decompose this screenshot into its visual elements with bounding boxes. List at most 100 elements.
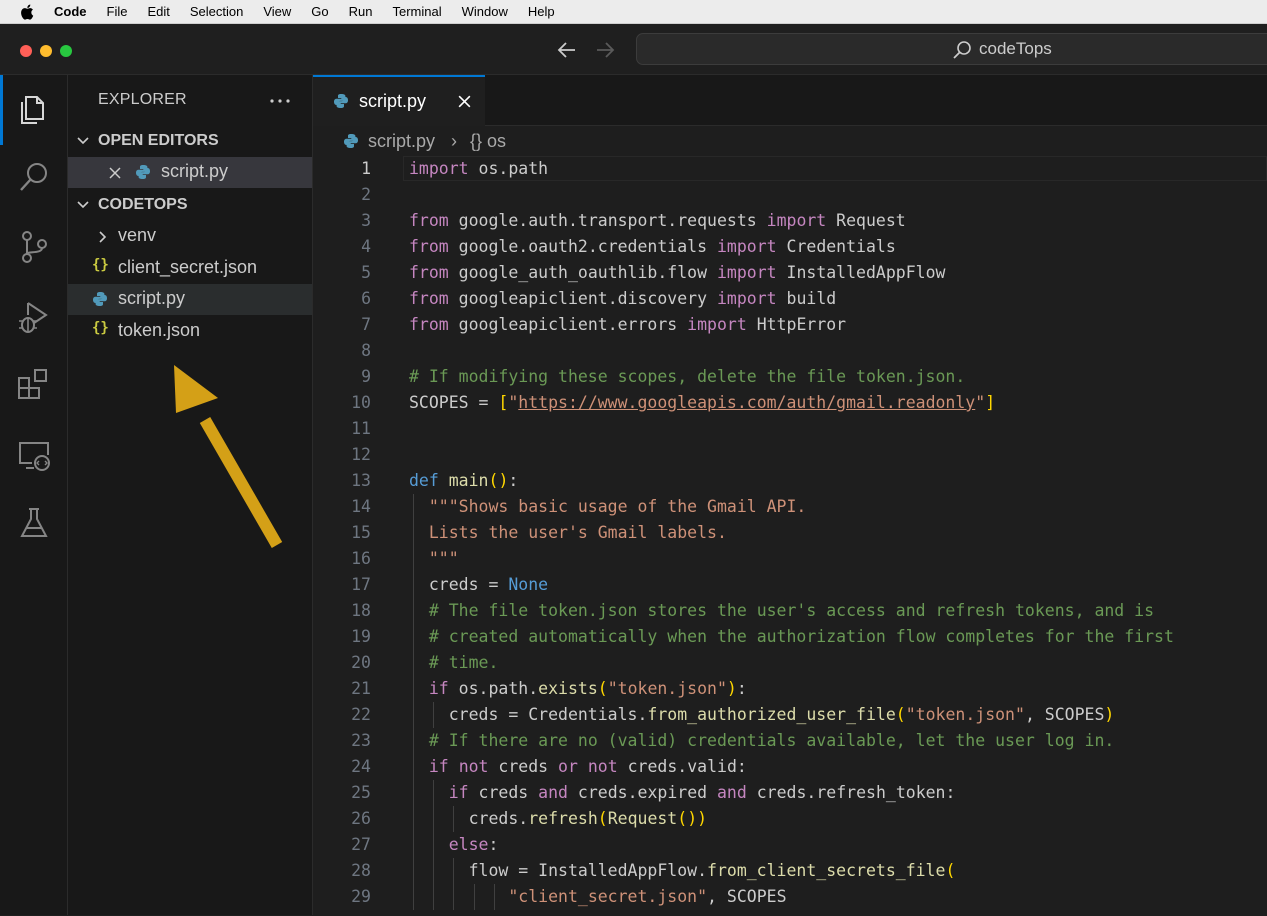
line-number: 24: [351, 757, 371, 776]
tree-item-label: token.json: [118, 320, 201, 340]
close-window-button[interactable]: [20, 45, 32, 57]
json-file-icon: {}: [92, 320, 109, 336]
macos-menubar: Code File Edit Selection View Go Run Ter…: [0, 0, 1267, 24]
menu-window[interactable]: Window: [462, 4, 508, 19]
code-editor[interactable]: 1 import os.path 2 3 from google.auth.transp…: [313, 156, 1267, 916]
remote-explorer-icon[interactable]: [14, 435, 54, 475]
command-center-search[interactable]: codeTops: [636, 33, 1267, 65]
menu-code[interactable]: Code: [54, 4, 87, 19]
files-icon[interactable]: [14, 89, 54, 129]
arrow-left-icon[interactable]: [556, 39, 578, 61]
minimize-window-button[interactable]: [40, 45, 52, 57]
close-icon[interactable]: [108, 166, 122, 180]
active-view-indicator: [0, 75, 3, 145]
code-line[interactable]: if creds and creds.expired and creds.ref…: [409, 780, 956, 806]
arrow-right-icon[interactable]: [594, 39, 616, 61]
code-line[interactable]: from googleapiclient.discovery import bu…: [409, 286, 836, 312]
menu-go[interactable]: Go: [311, 4, 328, 19]
more-actions-icon[interactable]: [268, 89, 292, 113]
tree-item-venv[interactable]: venv: [68, 221, 312, 252]
codetops-folder-header[interactable]: CODETOPS: [68, 190, 313, 220]
line-number: 29: [351, 887, 371, 906]
code-line[interactable]: from google_auth_oauthlib.flow import In…: [409, 260, 945, 286]
menu-view[interactable]: View: [263, 4, 291, 19]
code-line[interactable]: # The file token.json stores the user's …: [409, 598, 1154, 624]
menu-run[interactable]: Run: [349, 4, 373, 19]
code-line[interactable]: else:: [409, 832, 499, 858]
search-icon[interactable]: [14, 157, 54, 197]
open-editor-label: script.py: [161, 161, 229, 181]
line-number: 5: [361, 263, 371, 282]
menu-selection[interactable]: Selection: [190, 4, 243, 19]
line-number: 21: [351, 679, 371, 698]
line-number: 2: [361, 185, 371, 204]
run-debug-icon[interactable]: [14, 297, 54, 337]
tree-item-client-secret[interactable]: {} client_secret.json: [68, 253, 312, 284]
indent-guide: [453, 806, 455, 832]
menu-file[interactable]: File: [107, 4, 128, 19]
tab-label: script.py: [359, 91, 427, 111]
python-file-icon: [334, 94, 348, 108]
explorer-title: EXPLORER: [98, 91, 187, 108]
chevron-right-icon: [99, 231, 107, 243]
code-line[interactable]: # time.: [409, 650, 499, 676]
code-line[interactable]: from googleapiclient.errors import HttpE…: [409, 312, 846, 338]
line-number: 28: [351, 861, 371, 880]
folder-label: CODETOPS: [98, 196, 188, 213]
code-line[interactable]: from google.oauth2.credentials import Cr…: [409, 234, 896, 260]
menu-terminal[interactable]: Terminal: [393, 4, 442, 19]
close-icon[interactable]: [457, 94, 472, 109]
code-line[interactable]: SCOPES = ["https://www.googleapis.com/au…: [409, 390, 995, 416]
line-number: 23: [351, 731, 371, 750]
zoom-window-button[interactable]: [60, 45, 72, 57]
indent-guide: [413, 624, 414, 650]
open-editors-section-header[interactable]: OPEN EDITORS: [68, 126, 313, 156]
line-number: 16: [351, 549, 371, 568]
code-line[interactable]: Lists the user's Gmail labels.: [409, 520, 727, 546]
menu-edit[interactable]: Edit: [147, 4, 169, 19]
line-number: 12: [351, 445, 371, 464]
tree-item-token[interactable]: {} token.json: [68, 316, 312, 347]
code-line[interactable]: creds = None: [409, 572, 548, 598]
tab-script-py[interactable]: script.py: [313, 75, 485, 126]
python-file-icon: [93, 292, 107, 306]
indent-guide: [433, 884, 435, 910]
extensions-icon[interactable]: [14, 365, 54, 405]
code-line[interactable]: from google.auth.transport.requests impo…: [409, 208, 906, 234]
indent-guide: [413, 598, 414, 624]
code-line[interactable]: """: [409, 546, 459, 572]
code-line[interactable]: flow = InstalledAppFlow.from_client_secr…: [409, 858, 956, 884]
open-editor-item[interactable]: script.py: [68, 157, 312, 188]
code-line[interactable]: if os.path.exists("token.json"):: [409, 676, 747, 702]
indent-guide: [413, 754, 414, 780]
line-number: 20: [351, 653, 371, 672]
code-line[interactable]: if not creds or not creds.valid:: [409, 754, 747, 780]
code-line[interactable]: def main():: [409, 468, 518, 494]
code-line[interactable]: creds = Credentials.from_authorized_user…: [409, 702, 1115, 728]
python-file-icon: [344, 134, 358, 148]
breadcrumb-file[interactable]: script.py: [368, 131, 435, 152]
line-number: 8: [361, 341, 371, 360]
line-number: 11: [351, 419, 371, 438]
testing-icon[interactable]: [14, 503, 54, 543]
source-control-icon[interactable]: [14, 227, 54, 267]
code-line[interactable]: # If modifying these scopes, delete the …: [409, 364, 965, 390]
code-line[interactable]: # created automatically when the authori…: [409, 624, 1174, 650]
code-line[interactable]: # If there are no (valid) credentials av…: [409, 728, 1114, 754]
code-line[interactable]: "client_secret.json", SCOPES: [409, 884, 786, 910]
indent-guide: [413, 728, 414, 754]
breadcrumb-symbol[interactable]: {} os: [470, 131, 506, 152]
indent-guide: [413, 572, 414, 598]
menu-help[interactable]: Help: [528, 4, 555, 19]
line-number: 4: [361, 237, 371, 256]
chevron-down-icon: [77, 201, 89, 209]
indent-guide: [413, 546, 414, 572]
indent-guide: [413, 884, 414, 910]
code-line[interactable]: """Shows basic usage of the Gmail API.: [409, 494, 807, 520]
apple-logo-icon[interactable]: [20, 3, 34, 20]
indent-guide: [433, 806, 435, 832]
line-number: 9: [361, 367, 371, 386]
tree-item-script[interactable]: script.py: [68, 284, 312, 315]
line-number: 19: [351, 627, 371, 646]
code-line[interactable]: import os.path: [409, 156, 548, 182]
